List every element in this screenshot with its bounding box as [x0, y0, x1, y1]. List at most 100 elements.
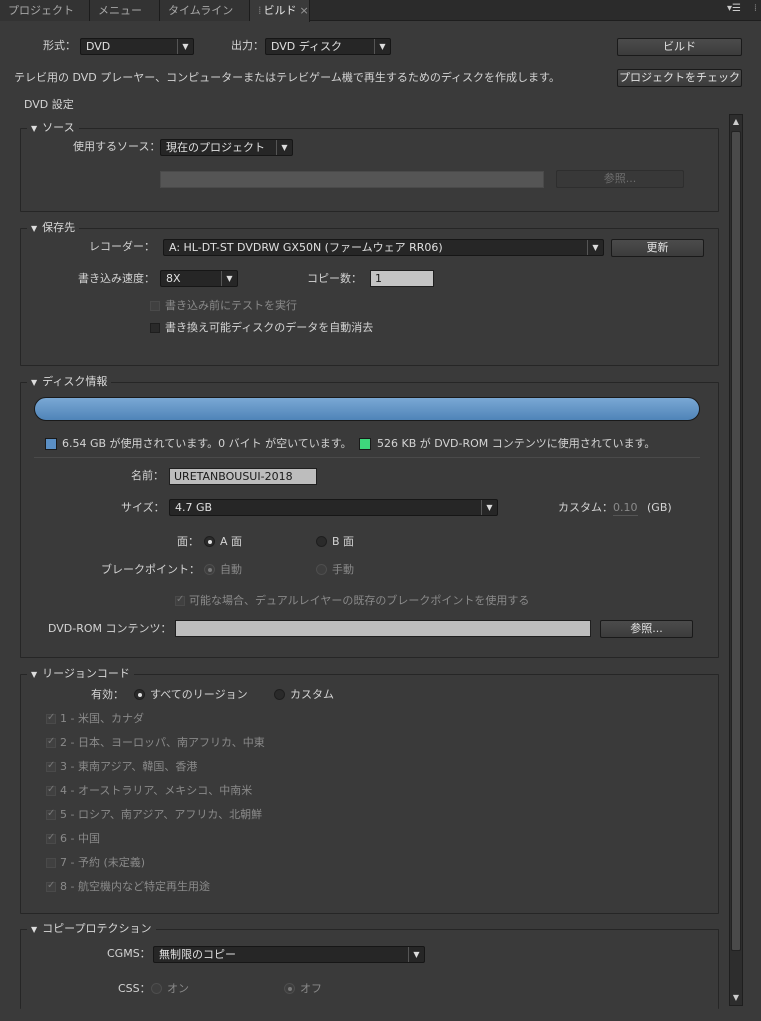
- region-enabled-label: 有効：: [91, 688, 124, 701]
- source-browse-button: 参照...: [556, 170, 684, 188]
- dvd-rom-content-input[interactable]: [175, 620, 591, 637]
- tab-menu[interactable]: メニュー: [90, 0, 160, 21]
- copies-label: コピー数：: [307, 272, 362, 285]
- region-1-checkbox: [46, 712, 56, 724]
- source-path-field: [160, 171, 544, 188]
- source-group-title[interactable]: ▼ ソース: [27, 121, 79, 136]
- chevron-down-icon: ▼: [374, 39, 390, 54]
- format-value: DVD: [86, 40, 111, 53]
- region-3-checkbox: [46, 760, 56, 772]
- test-before-write-checkbox: [150, 301, 160, 311]
- grip-icon: ⁞: [753, 3, 757, 14]
- source-dropdown[interactable]: 現在のプロジェクト ▼: [160, 139, 293, 156]
- region-7-label: 7 - 予約 (未定義): [60, 856, 146, 869]
- format-label: 形式：: [43, 39, 76, 52]
- tab-label: プロジェクト: [8, 4, 74, 17]
- region-3-label: 3 - 東南アジア、韓国、香港: [60, 760, 198, 773]
- source-title-text: ソース: [42, 121, 75, 134]
- chevron-down-icon: ▼: [481, 500, 497, 515]
- custom-size-input: 0.10: [613, 501, 638, 516]
- dvd-rom-content-label: DVD-ROM コンテンツ：: [48, 622, 172, 635]
- collapse-triangle-icon: ▼: [31, 124, 38, 133]
- used-space-swatch: [45, 438, 57, 450]
- region-all-label: すべてのリージョン: [150, 688, 248, 701]
- destination-group-title[interactable]: ▼ 保存先: [27, 221, 80, 236]
- breakpoint-label: ブレークポイント：: [101, 563, 200, 576]
- dvd-rom-browse-button[interactable]: 参照...: [600, 620, 693, 638]
- description-text: テレビ用の DVD プレーヤー、コンピューターまたはテレビゲーム機で再生するため…: [14, 71, 560, 84]
- used-space-text: 6.54 GB が使用されています。0 バイト が空いています。: [62, 437, 352, 450]
- tab-project[interactable]: プロジェクト: [0, 0, 90, 21]
- chevron-down-icon: ▼: [587, 240, 603, 255]
- side-a-radio[interactable]: [204, 536, 215, 547]
- disc-name-label: 名前：: [131, 469, 164, 482]
- test-before-write-label: 書き込み前にテストを実行: [165, 299, 297, 312]
- region-7-checkbox: [46, 858, 56, 868]
- grip-icon: ⁞: [258, 4, 262, 17]
- scroll-up-icon[interactable]: ▲: [730, 115, 742, 129]
- disc-size-label: サイズ：: [121, 501, 165, 514]
- region-all-radio[interactable]: [134, 689, 145, 700]
- scroll-down-icon[interactable]: ▼: [730, 991, 742, 1005]
- region-custom-radio[interactable]: [274, 689, 285, 700]
- chevron-down-icon: ▼: [408, 947, 424, 962]
- disc-info-group-title[interactable]: ▼ ディスク情報: [27, 375, 112, 390]
- cgms-value: 無制限のコピー: [159, 948, 236, 961]
- breakpoint-auto-label: 自動: [220, 563, 242, 576]
- dual-layer-checkbox: [175, 594, 185, 606]
- copies-input[interactable]: 1: [370, 270, 434, 287]
- dual-layer-label: 可能な場合、デュアルレイヤーの既存のブレークポイントを使用する: [189, 594, 530, 607]
- side-b-label: B 面: [332, 535, 355, 548]
- region-8-checkbox: [46, 880, 56, 892]
- region-4-label: 4 - オーストラリア、メキシコ、中南米: [60, 784, 253, 797]
- dvd-settings-heading: DVD 設定: [24, 98, 74, 111]
- region-code-group-title[interactable]: ▼ リージョンコード: [27, 667, 134, 682]
- output-value: DVD ディスク: [271, 40, 342, 53]
- write-speed-dropdown[interactable]: 8X ▼: [160, 270, 238, 287]
- css-on-radio: [151, 983, 162, 994]
- side-b-radio[interactable]: [316, 536, 327, 547]
- build-button[interactable]: ビルド: [617, 38, 742, 56]
- disc-info-title-text: ディスク情報: [42, 375, 108, 388]
- region-6-checkbox: [46, 832, 56, 844]
- collapse-triangle-icon: ▼: [31, 925, 38, 934]
- disc-info-group: [20, 382, 719, 658]
- scrollbar[interactable]: ▲ ▼: [729, 114, 743, 1006]
- tab-label: メニュー: [98, 4, 142, 17]
- write-speed-value: 8X: [166, 272, 181, 285]
- tab-timeline[interactable]: タイムライン: [160, 0, 250, 21]
- copy-protection-title-text: コピープロテクション: [42, 922, 152, 935]
- region-5-checkbox: [46, 808, 56, 820]
- region-2-label: 2 - 日本、ヨーロッパ、南アフリカ、中東: [60, 736, 265, 749]
- region-4-checkbox: [46, 784, 56, 796]
- disc-name-input[interactable]: URETANBOUSUI-2018: [169, 468, 317, 485]
- use-source-label: 使用するソース：: [73, 140, 161, 153]
- panel-tab-bar: プロジェクト メニュー タイムライン ⁞ ビルド × ▾☰ ⁞: [0, 0, 761, 22]
- source-value: 現在のプロジェクト: [166, 141, 265, 154]
- collapse-triangle-icon: ▼: [31, 670, 38, 679]
- scroll-thumb[interactable]: [731, 131, 741, 951]
- auto-erase-checkbox[interactable]: [150, 323, 160, 333]
- copy-protection-group-title[interactable]: ▼ コピープロテクション: [27, 922, 156, 937]
- output-dropdown[interactable]: DVD ディスク ▼: [265, 38, 391, 55]
- css-label: CSS：: [118, 982, 151, 995]
- region-5-label: 5 - ロシア、南アジア、アフリカ、北朝鮮: [60, 808, 263, 821]
- auto-erase-label: 書き換え可能ディスクのデータを自動消去: [165, 321, 374, 334]
- css-on-label: オン: [167, 982, 189, 995]
- disc-size-dropdown[interactable]: 4.7 GB ▼: [169, 499, 498, 516]
- recorder-label: レコーダー：: [89, 240, 155, 253]
- breakpoint-manual-radio: [316, 564, 327, 575]
- close-icon[interactable]: ×: [300, 4, 309, 17]
- cgms-dropdown[interactable]: 無制限のコピー ▼: [153, 946, 425, 963]
- chevron-down-icon: ▼: [177, 39, 193, 54]
- destination-title-text: 保存先: [42, 221, 76, 234]
- tab-label: タイムライン: [168, 4, 234, 17]
- recorder-dropdown[interactable]: A: HL-DT-ST DVDRW GX50N (ファームウェア RR06) ▼: [163, 239, 604, 256]
- breakpoint-auto-radio: [204, 564, 215, 575]
- update-button[interactable]: 更新: [611, 239, 704, 257]
- panel-menu-icon[interactable]: ▾☰: [727, 3, 741, 14]
- format-dropdown[interactable]: DVD ▼: [80, 38, 194, 55]
- check-project-button[interactable]: プロジェクトをチェック: [617, 69, 742, 87]
- chevron-down-icon: ▼: [221, 271, 237, 286]
- tab-build[interactable]: ⁞ ビルド ×: [250, 0, 310, 22]
